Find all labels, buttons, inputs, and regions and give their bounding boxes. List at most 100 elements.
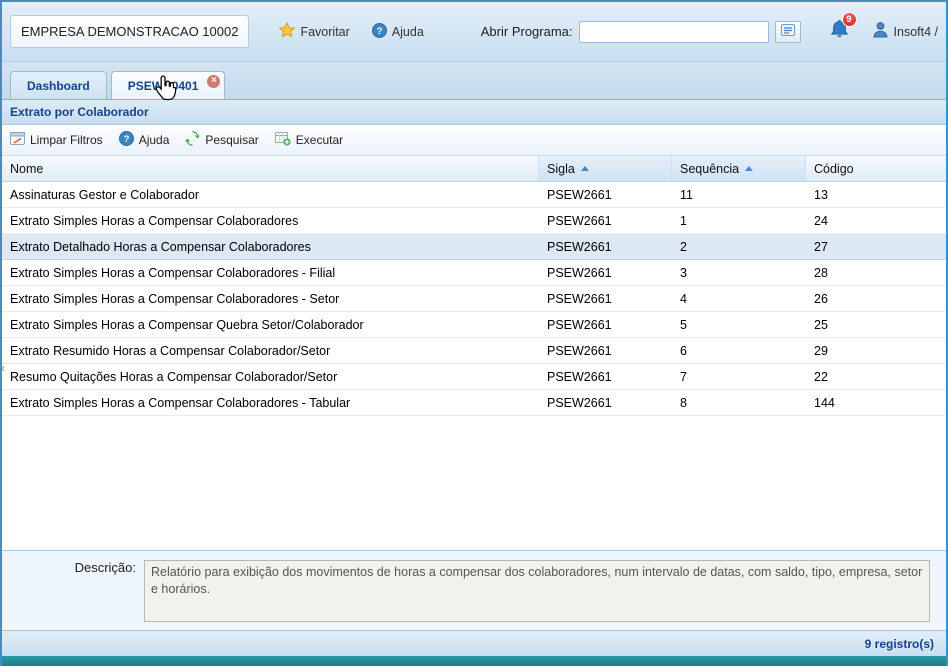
search-label: Pesquisar bbox=[205, 133, 258, 147]
description-textarea[interactable]: Relatório para exibição dos movimentos d… bbox=[144, 560, 930, 622]
star-icon bbox=[279, 22, 295, 41]
table-cell: Extrato Simples Horas a Compensar Colabo… bbox=[2, 208, 539, 233]
page-title: Extrato por Colaborador bbox=[2, 100, 946, 125]
sort-asc-icon bbox=[745, 166, 753, 171]
company-name: EMPRESA DEMONSTRACAO 10002 bbox=[10, 15, 249, 48]
table-cell: PSEW2661 bbox=[539, 260, 672, 285]
table-cell: 144 bbox=[806, 390, 946, 415]
table-row[interactable]: Extrato Simples Horas a Compensar Quebra… bbox=[2, 312, 946, 338]
table-cell: PSEW2661 bbox=[539, 338, 672, 363]
header-help-button[interactable]: ? Ajuda bbox=[372, 23, 424, 41]
svg-text:?: ? bbox=[376, 26, 382, 37]
table-cell: 28 bbox=[806, 260, 946, 285]
toolbar-help-label: Ajuda bbox=[139, 133, 170, 147]
table-row[interactable]: Assinaturas Gestor e ColaboradorPSEW2661… bbox=[2, 182, 946, 208]
report-grid: Nome Sigla Sequência Código Assinaturas … bbox=[2, 156, 946, 550]
table-cell: Extrato Simples Horas a Compensar Colabo… bbox=[2, 286, 539, 311]
search-icon bbox=[185, 131, 200, 149]
toolbar: Limpar Filtros ? Ajuda Pesquisar Executa… bbox=[2, 125, 946, 156]
table-cell: PSEW2661 bbox=[539, 286, 672, 311]
top-header: EMPRESA DEMONSTRACAO 10002 Favoritar ? A… bbox=[2, 2, 946, 62]
column-header-sequencia-label: Sequência bbox=[680, 162, 739, 176]
table-cell: PSEW2661 bbox=[539, 364, 672, 389]
clear-filters-icon bbox=[10, 132, 25, 148]
header-help-label: Ajuda bbox=[392, 25, 424, 39]
table-cell: 22 bbox=[806, 364, 946, 389]
table-cell: 4 bbox=[672, 286, 806, 311]
column-header-nome[interactable]: Nome bbox=[2, 156, 539, 181]
table-row[interactable]: Resumo Quitações Horas a Compensar Colab… bbox=[2, 364, 946, 390]
table-cell: PSEW2661 bbox=[539, 390, 672, 415]
clear-filters-button[interactable]: Limpar Filtros bbox=[10, 132, 103, 148]
table-cell: 26 bbox=[806, 286, 946, 311]
table-cell: PSEW2661 bbox=[539, 182, 672, 207]
open-program-input[interactable] bbox=[579, 21, 769, 43]
program-lookup-button[interactable] bbox=[775, 21, 801, 43]
column-header-codigo-label: Código bbox=[814, 162, 854, 176]
table-cell: Extrato Simples Horas a Compensar Colabo… bbox=[2, 260, 539, 285]
description-label: Descrição: bbox=[2, 560, 144, 630]
open-program-group: Abrir Programa: bbox=[481, 21, 801, 43]
table-row[interactable]: Extrato Simples Horas a Compensar Colabo… bbox=[2, 286, 946, 312]
bottom-edge bbox=[2, 656, 946, 666]
tab-close-icon[interactable]: × bbox=[207, 75, 220, 88]
user-icon bbox=[872, 21, 889, 43]
help-icon: ? bbox=[119, 131, 134, 149]
favorite-label: Favoritar bbox=[300, 25, 349, 39]
table-header: Nome Sigla Sequência Código bbox=[2, 156, 946, 182]
table-cell: 29 bbox=[806, 338, 946, 363]
execute-button[interactable]: Executar bbox=[275, 132, 343, 149]
execute-label: Executar bbox=[296, 133, 343, 147]
table-row[interactable]: Extrato Simples Horas a Compensar Colabo… bbox=[2, 208, 946, 234]
execute-icon bbox=[275, 132, 291, 149]
toolbar-help-button[interactable]: ? Ajuda bbox=[119, 131, 170, 149]
table-cell: Extrato Simples Horas a Compensar Quebra… bbox=[2, 312, 539, 337]
table-cell: 6 bbox=[672, 338, 806, 363]
sort-asc-icon bbox=[581, 166, 589, 171]
favorite-button[interactable]: Favoritar bbox=[279, 22, 349, 41]
table-cell: 3 bbox=[672, 260, 806, 285]
tab-dashboard[interactable]: Dashboard bbox=[10, 71, 107, 99]
table-cell: 25 bbox=[806, 312, 946, 337]
table-cell: PSEW2661 bbox=[539, 312, 672, 337]
column-header-sigla-label: Sigla bbox=[547, 162, 575, 176]
tab-psewr0401[interactable]: PSEWR0401 × bbox=[111, 71, 226, 99]
notifications-button[interactable]: 9 bbox=[829, 19, 850, 45]
table-cell: PSEW2661 bbox=[539, 208, 672, 233]
user-menu[interactable]: Insoft4 / bbox=[872, 21, 938, 43]
tab-strip: Dashboard PSEWR0401 × bbox=[2, 62, 946, 100]
table-cell: 8 bbox=[672, 390, 806, 415]
table-cell: 11 bbox=[672, 182, 806, 207]
app-window: EMPRESA DEMONSTRACAO 10002 Favoritar ? A… bbox=[0, 0, 948, 666]
table-cell: Extrato Resumido Horas a Compensar Colab… bbox=[2, 338, 539, 363]
column-header-codigo[interactable]: Código bbox=[806, 156, 946, 181]
panel-collapse-handle[interactable]: ‹ bbox=[1, 362, 5, 374]
table-row[interactable]: Extrato Simples Horas a Compensar Colabo… bbox=[2, 260, 946, 286]
table-row[interactable]: Extrato Resumido Horas a Compensar Colab… bbox=[2, 338, 946, 364]
column-header-sequencia[interactable]: Sequência bbox=[672, 156, 806, 181]
table-cell: PSEW2661 bbox=[539, 234, 672, 259]
table-body: Assinaturas Gestor e ColaboradorPSEW2661… bbox=[2, 182, 946, 550]
program-list-icon bbox=[781, 23, 795, 41]
table-cell: 2 bbox=[672, 234, 806, 259]
table-cell: Resumo Quitações Horas a Compensar Colab… bbox=[2, 364, 539, 389]
table-cell: 13 bbox=[806, 182, 946, 207]
clear-filters-label: Limpar Filtros bbox=[30, 133, 103, 147]
user-label: Insoft4 / bbox=[894, 25, 938, 39]
column-header-sigla[interactable]: Sigla bbox=[539, 156, 672, 181]
table-cell: 1 bbox=[672, 208, 806, 233]
status-bar: 9 registro(s) bbox=[2, 630, 946, 656]
help-icon: ? bbox=[372, 23, 387, 41]
column-header-nome-label: Nome bbox=[10, 162, 43, 176]
search-button[interactable]: Pesquisar bbox=[185, 131, 258, 149]
table-cell: Extrato Simples Horas a Compensar Colabo… bbox=[2, 390, 539, 415]
table-cell: Assinaturas Gestor e Colaborador bbox=[2, 182, 539, 207]
tab-dashboard-label: Dashboard bbox=[27, 79, 90, 93]
table-cell: Extrato Detalhado Horas a Compensar Cola… bbox=[2, 234, 539, 259]
notification-badge: 9 bbox=[842, 12, 857, 27]
table-cell: 5 bbox=[672, 312, 806, 337]
table-cell: 27 bbox=[806, 234, 946, 259]
table-row[interactable]: Extrato Detalhado Horas a Compensar Cola… bbox=[2, 234, 946, 260]
tab-psewr0401-label: PSEWR0401 bbox=[128, 79, 199, 93]
table-row[interactable]: Extrato Simples Horas a Compensar Colabo… bbox=[2, 390, 946, 416]
